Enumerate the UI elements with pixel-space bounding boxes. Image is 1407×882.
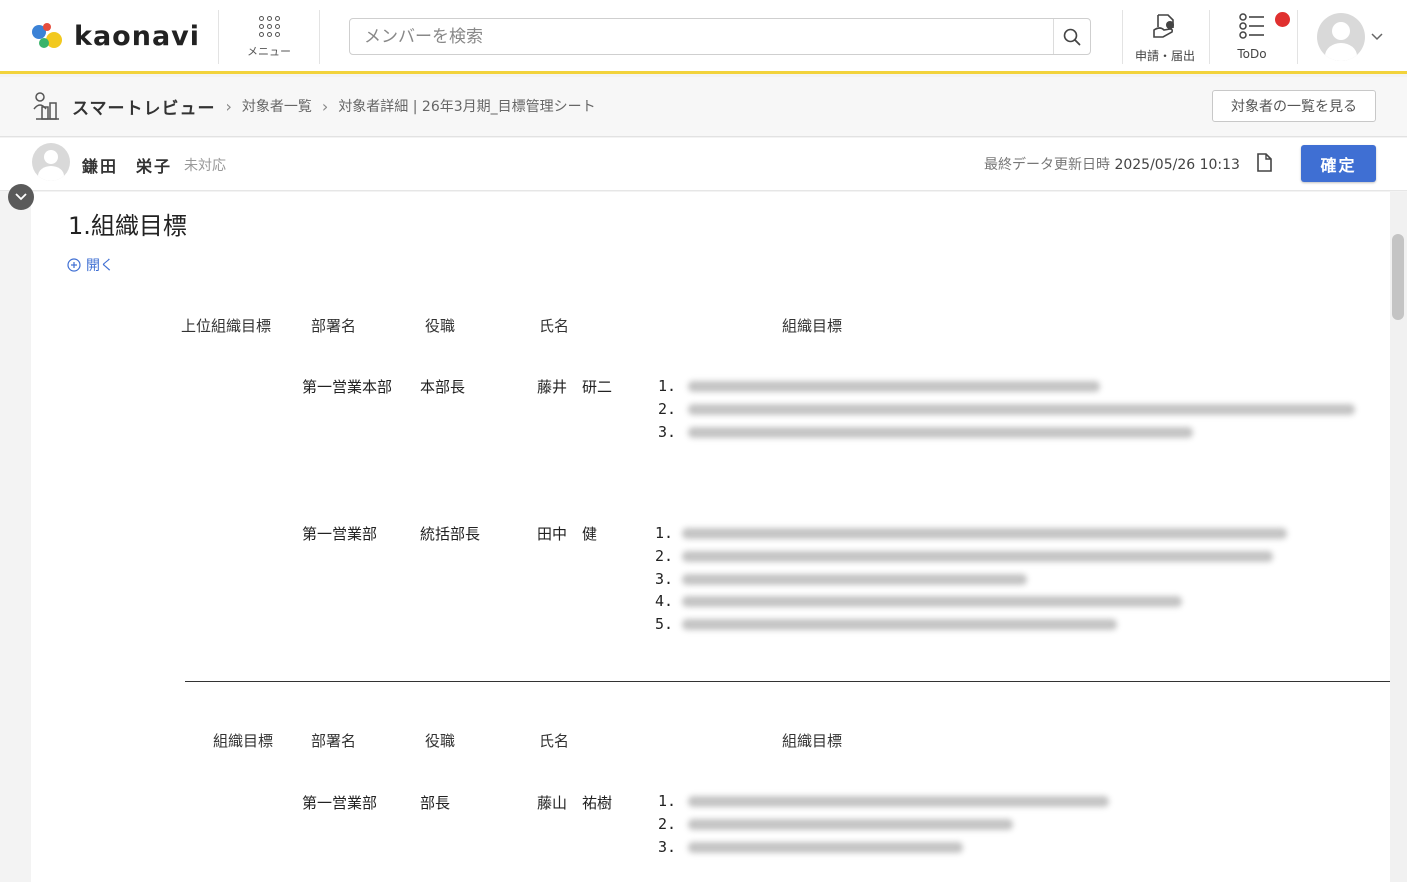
goal-number: 5. xyxy=(655,615,674,633)
goal-number: 4. xyxy=(655,592,674,610)
grid-menu-icon xyxy=(257,16,282,37)
kaonavi-logo-icon xyxy=(32,23,62,48)
section-title: 1.組織目標 xyxy=(68,212,187,240)
menu-button[interactable]: メニュー xyxy=(236,14,302,64)
request-button[interactable]: 申請・届出 xyxy=(1130,12,1200,64)
col-header-dept: 部署名 xyxy=(311,732,357,750)
header-divider xyxy=(319,10,320,64)
search-icon xyxy=(1063,28,1081,45)
logo-text: kaonavi xyxy=(74,20,201,52)
col-header-org-goal-title: 組織目標 xyxy=(213,732,274,750)
top-navigation-bar: kaonavi メニュー 申請・届出 xyxy=(0,0,1407,74)
target-user-bar: 鎌田 栄子 未対応 最終データ更新日時 2025/05/26 10:13 確定 xyxy=(0,138,1407,191)
plus-circle-icon xyxy=(67,258,81,272)
breadcrumb-item-target-list[interactable]: 対象者一覧 xyxy=(242,96,312,116)
col-header-name: 氏名 xyxy=(539,732,570,750)
col-header-name: 氏名 xyxy=(539,317,570,335)
redacted-goal-text xyxy=(682,596,1182,607)
goal-number: 3. xyxy=(658,838,677,856)
redacted-goal-text xyxy=(682,551,1273,562)
search-input[interactable] xyxy=(350,19,1040,54)
expand-section-link[interactable]: 開く xyxy=(67,255,114,275)
hand-document-icon xyxy=(1153,14,1174,38)
redacted-goal-text xyxy=(688,404,1355,415)
header-divider xyxy=(218,10,219,64)
header-divider xyxy=(1209,10,1210,64)
col-header-dept: 部署名 xyxy=(311,317,357,335)
chevron-down-icon xyxy=(1371,33,1383,41)
chevron-down-icon xyxy=(15,193,27,201)
notification-badge xyxy=(1275,12,1290,27)
dept-cell: 第一営業本部 xyxy=(302,378,393,396)
redacted-goal-text xyxy=(688,819,1013,830)
chevron-right-icon: › xyxy=(225,96,232,116)
last-updated-label: 最終データ更新日時 xyxy=(984,157,1110,173)
breadcrumb: スマートレビュー › 対象者一覧 › 対象者詳細 | 26年3月期_目標管理シー… xyxy=(32,91,596,121)
todo-button[interactable]: ToDo xyxy=(1222,12,1282,61)
people-review-icon xyxy=(33,92,59,120)
goal-number: 3. xyxy=(655,570,674,588)
search-button[interactable] xyxy=(1053,19,1090,54)
redacted-goal-text xyxy=(682,619,1117,630)
scrollbar-thumb[interactable] xyxy=(1392,234,1404,320)
goal-number: 2. xyxy=(658,815,677,833)
target-avatar-icon xyxy=(32,143,70,181)
dept-cell: 第一営業部 xyxy=(302,794,378,812)
goal-number: 3. xyxy=(658,423,677,441)
last-updated-time: 2025/05/26 10:13 xyxy=(1114,157,1240,173)
goal-number: 1. xyxy=(658,792,677,810)
name-cell: 藤山 祐樹 xyxy=(537,794,613,812)
view-target-list-button[interactable]: 対象者の一覧を見る xyxy=(1212,90,1376,122)
todo-list-icon xyxy=(1239,13,1264,39)
breadcrumb-bar: スマートレビュー › 対象者一覧 › 対象者詳細 | 26年3月期_目標管理シー… xyxy=(0,77,1407,137)
dept-cell: 第一営業部 xyxy=(302,525,378,543)
role-cell: 部長 xyxy=(420,794,451,812)
col-header-upper-goal: 上位組織目標 xyxy=(181,317,272,335)
goal-number: 2. xyxy=(658,400,677,418)
redacted-goal-text xyxy=(688,381,1100,392)
status-badge: 未対応 xyxy=(184,158,226,174)
redacted-goal-text xyxy=(682,574,1027,585)
collapse-toggle-button[interactable] xyxy=(8,184,34,210)
goal-number: 1. xyxy=(658,377,677,395)
header-divider xyxy=(1122,10,1123,64)
col-header-org-goal: 組織目標 xyxy=(782,317,843,335)
member-search xyxy=(349,18,1091,55)
role-cell: 本部長 xyxy=(420,378,466,396)
redacted-goal-text xyxy=(688,842,963,853)
redacted-goal-text xyxy=(688,427,1193,438)
document-icon[interactable] xyxy=(1256,153,1272,172)
redacted-goal-text xyxy=(682,528,1287,539)
col-header-org-goal: 組織目標 xyxy=(782,732,843,750)
breadcrumb-title[interactable]: スマートレビュー xyxy=(72,94,216,119)
request-label: 申請・届出 xyxy=(1134,49,1195,63)
chevron-right-icon: › xyxy=(321,96,329,116)
todo-label: ToDo xyxy=(1237,47,1267,61)
account-menu-button[interactable] xyxy=(1317,13,1387,61)
confirm-button[interactable]: 確定 xyxy=(1301,145,1376,182)
section-divider xyxy=(185,681,1390,682)
expand-label: 開く xyxy=(86,258,114,274)
name-cell: 田中 健 xyxy=(537,525,598,543)
breadcrumb-item-current: 対象者詳細 | 26年3月期_目標管理シート xyxy=(338,99,596,115)
col-header-role: 役職 xyxy=(425,732,456,750)
goal-number: 2. xyxy=(655,547,674,565)
kaonavi-logo[interactable]: kaonavi xyxy=(30,18,200,54)
col-header-role: 役職 xyxy=(425,317,456,335)
target-user-name: 鎌田 栄子 xyxy=(82,157,173,176)
role-cell: 統括部長 xyxy=(420,525,481,543)
redacted-goal-text xyxy=(688,796,1109,807)
menu-label: メニュー xyxy=(247,45,291,58)
user-avatar-icon xyxy=(1317,13,1365,61)
goal-number: 1. xyxy=(655,524,674,542)
header-divider xyxy=(1297,10,1298,64)
name-cell: 藤井 研二 xyxy=(537,378,613,396)
review-sheet-content: 1.組織目標 開く 上位組織目標 部署名 役職 氏名 組織目標 第一営業本部 本… xyxy=(31,192,1390,882)
last-updated: 最終データ更新日時 2025/05/26 10:13 xyxy=(984,154,1240,174)
